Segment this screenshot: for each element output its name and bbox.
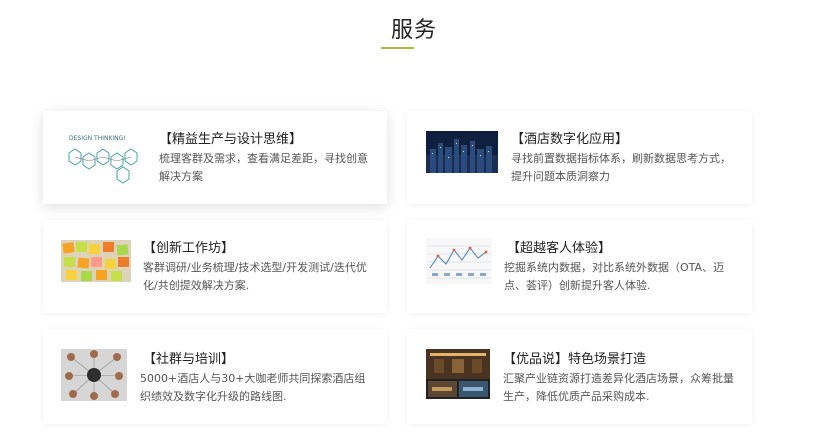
- svg-text:DESIGN THINKING!: DESIGN THINKING!: [69, 135, 126, 142]
- card-description: 客群调研/业务梳理/技术选型/开发测试/迭代优化/共创提效解决方案.: [143, 261, 367, 292]
- card-description: 梳理客群及需求，查看满足差距，寻找创意解决方案: [159, 152, 368, 183]
- journey-map-image: [426, 238, 492, 284]
- service-card-workshop[interactable]: 【创新工作坊】 客群调研/业务梳理/技术选型/开发测试/迭代优化/共创提效解决方…: [43, 220, 387, 313]
- section-title: 服务: [390, 18, 437, 43]
- hotel-lobby-image: [426, 349, 490, 399]
- card-title: 【酒店数字化应用】: [511, 132, 629, 147]
- card-description: 汇聚产业链资源打造差异化酒店场景，众筹批量生产，降低优质产品采购成本.: [503, 372, 734, 403]
- card-description: 挖掘系统内数据，对比系统外数据（OTA、迈点、荟评）创新提升客人体验.: [504, 261, 725, 292]
- card-title: 【社群与培训】: [143, 352, 235, 367]
- card-description: 寻找前置数据指标体系，刷新数据思考方式，提升问题本质洞察力: [511, 152, 731, 183]
- service-card-guest-experience[interactable]: 【超越客人体验】 挖掘系统内数据，对比系统外数据（OTA、迈点、荟评）创新提升客…: [407, 220, 752, 313]
- network-people-image: [61, 349, 127, 401]
- design-thinking-icon: DESIGN THINKING!: [59, 131, 139, 187]
- sticky-notes-image: [61, 240, 131, 282]
- card-description: 5000+酒店人与30+大咖老师共同探索酒店组织绩效及数字化升级的路线图.: [140, 372, 366, 403]
- service-card-youpinshuo[interactable]: 【优品说】特色场景打造 汇聚产业链资源打造差异化酒店场景，众筹批量生产，降低优质…: [407, 329, 752, 424]
- card-title: 【超越客人体验】: [507, 241, 612, 256]
- card-title: 【优品说】特色场景打造: [503, 352, 647, 367]
- service-card-lean-design[interactable]: DESIGN THINKING! 【精益生产与设计思维】 梳理客群及需求，查看满…: [43, 111, 387, 204]
- service-card-community-training[interactable]: 【社群与培训】 5000+酒店人与30+大咖老师共同探索酒店组织绩效及数字化升级…: [43, 329, 387, 424]
- city-night-image: [426, 131, 498, 173]
- card-title: 【精益生产与设计思维】: [159, 132, 303, 147]
- title-underline: [381, 47, 414, 49]
- service-card-hotel-digital[interactable]: 【酒店数字化应用】 寻找前置数据指标体系，刷新数据思考方式，提升问题本质洞察力: [407, 111, 752, 204]
- card-title: 【创新工作坊】: [143, 241, 235, 256]
